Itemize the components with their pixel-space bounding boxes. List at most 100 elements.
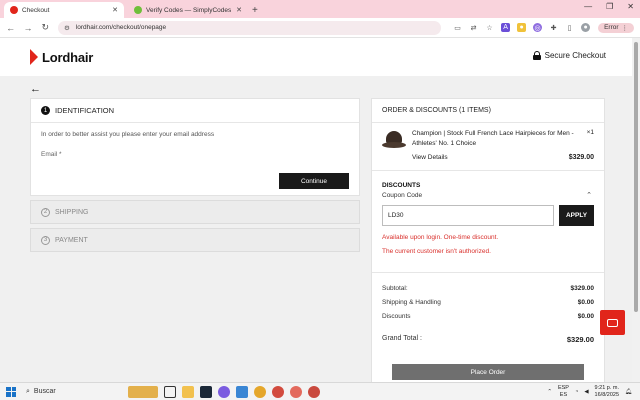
forward-icon[interactable]: → <box>23 23 32 33</box>
wifi-icon[interactable]: ◔ <box>575 389 578 395</box>
identification-header[interactable]: 1 IDENTIFICATION <box>31 99 359 123</box>
item-price: $329.00 <box>568 154 594 161</box>
coupon-error-unauthorized: The current customer isn't authorized. <box>382 248 491 255</box>
shipping-step-label: SHIPPING <box>55 208 89 216</box>
error-label: Error <box>604 24 619 31</box>
item-name: Champion | Stock Full French Lace Hairpi… <box>412 130 574 147</box>
close-tab-icon[interactable]: ✕ <box>236 6 242 14</box>
simplycodes-favicon-icon <box>134 6 142 14</box>
chevron-up-icon[interactable]: ⌃ <box>586 191 592 199</box>
site-info-icon[interactable]: ⚙ <box>64 24 70 32</box>
tab-label: Checkout <box>22 6 50 14</box>
step-number: 2 <box>41 207 50 217</box>
tab-verify-codes[interactable]: Verify Codes — SimplyCodes ✕ <box>128 2 248 18</box>
discounts-value: $0.00 <box>577 313 594 320</box>
email-label: Email * <box>41 151 62 158</box>
cast-icon[interactable]: ▭ <box>453 23 462 32</box>
system-tray: ⌃ ESP ES ◔ ◀ 9:21 p. m. 16/8/2025 🔔︎ <box>547 385 632 399</box>
discounts-section: DISCOUNTS Coupon Code ⌃ APPLY Available … <box>372 171 604 273</box>
toolbar-icons: ▭ ⇄ ☆ A ● ◎ ✚ ▯ ● <box>453 23 591 32</box>
back-arrow-icon[interactable]: ← <box>30 83 41 95</box>
language-indicator[interactable]: ESP ES <box>558 385 569 399</box>
copilot-icon[interactable] <box>218 385 230 398</box>
step-number: 3 <box>41 235 50 245</box>
payment-step[interactable]: 3 PAYMENT <box>30 228 360 252</box>
discounts-title: DISCOUNTS <box>382 182 421 189</box>
language-bottom: ES <box>559 392 568 398</box>
address-bar[interactable]: ⚙ lordhair.com/checkout/onepage <box>57 20 442 35</box>
grand-total-value: $329.00 <box>566 335 594 344</box>
widgets-icon[interactable] <box>128 385 158 398</box>
totals-section: Subtotal: $329.00 Shipping & Handling $0… <box>372 273 604 365</box>
lordhair-logo[interactable]: Lordhair <box>30 49 93 65</box>
checkout-page: ← 1 IDENTIFICATION In order to better as… <box>0 76 632 382</box>
store-icon[interactable] <box>236 385 248 398</box>
grand-total-row: Grand Total : $329.00 <box>382 335 594 344</box>
browser-tab-strip: Checkout ✕ Verify Codes — SimplyCodes ✕ … <box>0 0 640 18</box>
steam-icon[interactable] <box>200 385 212 398</box>
search-label: Buscar <box>33 388 56 395</box>
reload-icon[interactable]: ↻ <box>41 22 50 33</box>
restore-icon[interactable]: ❐ <box>606 2 613 11</box>
identification-section: 1 IDENTIFICATION In order to better assi… <box>30 98 360 196</box>
browser-toolbar: ← → ↻ ⚙ lordhair.com/checkout/onepage ▭ … <box>0 18 640 38</box>
window-controls: — ❐ ✕ <box>584 2 634 11</box>
notification-bell-icon[interactable]: 🔔︎ <box>625 389 632 395</box>
chat-icon <box>607 318 618 327</box>
windows-start-icon[interactable] <box>6 386 16 397</box>
extension-b-icon[interactable]: ● <box>517 23 527 32</box>
tab-label: Verify Codes — SimplyCodes <box>146 6 232 14</box>
extension-a-icon[interactable]: A <box>501 23 511 32</box>
minimize-icon[interactable]: — <box>584 2 592 11</box>
close-tab-icon[interactable]: ✕ <box>112 6 118 14</box>
apply-coupon-button[interactable]: APPLY <box>559 205 594 226</box>
file-explorer-icon[interactable] <box>182 385 194 398</box>
checkout-steps: 1 IDENTIFICATION In order to better assi… <box>30 98 360 252</box>
clock[interactable]: 9:21 p. m. 16/8/2025 <box>595 385 619 399</box>
identification-body: In order to better assist you please ent… <box>31 123 359 195</box>
close-window-icon[interactable]: ✕ <box>627 2 634 11</box>
chrome-icon[interactable] <box>254 385 266 398</box>
new-tab-icon[interactable]: + <box>252 5 258 16</box>
subtotal-row: Subtotal: $329.00 <box>382 285 594 292</box>
tab-checkout[interactable]: Checkout ✕ <box>4 2 124 18</box>
coupon-input[interactable] <box>382 205 554 226</box>
continue-button[interactable]: Continue <box>279 173 349 189</box>
chrome-profile-icon[interactable] <box>272 385 284 398</box>
shipping-value: $0.00 <box>577 299 594 306</box>
clock-date: 16/8/2025 <box>594 392 620 398</box>
secure-checkout-label: Secure Checkout <box>544 51 606 60</box>
discounts-label: Discounts <box>382 313 411 320</box>
lock-icon <box>532 51 541 60</box>
clock-time: 9:21 p. m. <box>594 385 620 391</box>
step-number: 1 <box>41 106 50 115</box>
shipping-label: Shipping & Handling <box>382 299 441 306</box>
page-scrollbar[interactable] <box>632 38 640 382</box>
chat-button[interactable] <box>600 310 625 335</box>
error-button[interactable]: Error ⋮ <box>598 22 635 33</box>
extension-c-icon[interactable]: ◎ <box>533 23 543 32</box>
view-details-link[interactable]: View Details <box>412 154 448 161</box>
place-order-button[interactable]: Place Order <box>392 364 584 380</box>
taskbar-search[interactable]: ⌕ Buscar <box>22 385 122 398</box>
scrollbar-thumb[interactable] <box>634 42 638 312</box>
translate-icon[interactable]: ⇄ <box>469 23 478 32</box>
task-view-icon[interactable] <box>164 385 176 398</box>
sidebar-icon[interactable]: ▯ <box>565 23 574 32</box>
secure-checkout: Secure Checkout <box>532 51 606 60</box>
order-item: Champion | Stock Full French Lace Hairpi… <box>372 123 604 171</box>
language-top: ESP <box>557 385 569 391</box>
extensions-puzzle-icon[interactable]: ✚ <box>549 23 558 32</box>
volume-icon[interactable]: ◀ <box>584 389 588 395</box>
profile-avatar-icon[interactable]: ● <box>581 23 591 32</box>
tray-chevron-icon[interactable]: ⌃ <box>547 389 552 395</box>
email-hint: In order to better assist you please ent… <box>41 131 215 138</box>
back-icon[interactable]: ← <box>6 23 15 33</box>
logo-text: Lordhair <box>42 49 94 65</box>
bookmark-star-icon[interactable]: ☆ <box>485 23 494 32</box>
chrome-active-icon[interactable] <box>290 385 302 398</box>
shipping-step[interactable]: 2 SHIPPING <box>30 200 360 224</box>
chrome-alt-icon[interactable] <box>308 385 320 398</box>
subtotal-value: $329.00 <box>570 285 595 292</box>
identification-title: IDENTIFICATION <box>55 106 115 115</box>
